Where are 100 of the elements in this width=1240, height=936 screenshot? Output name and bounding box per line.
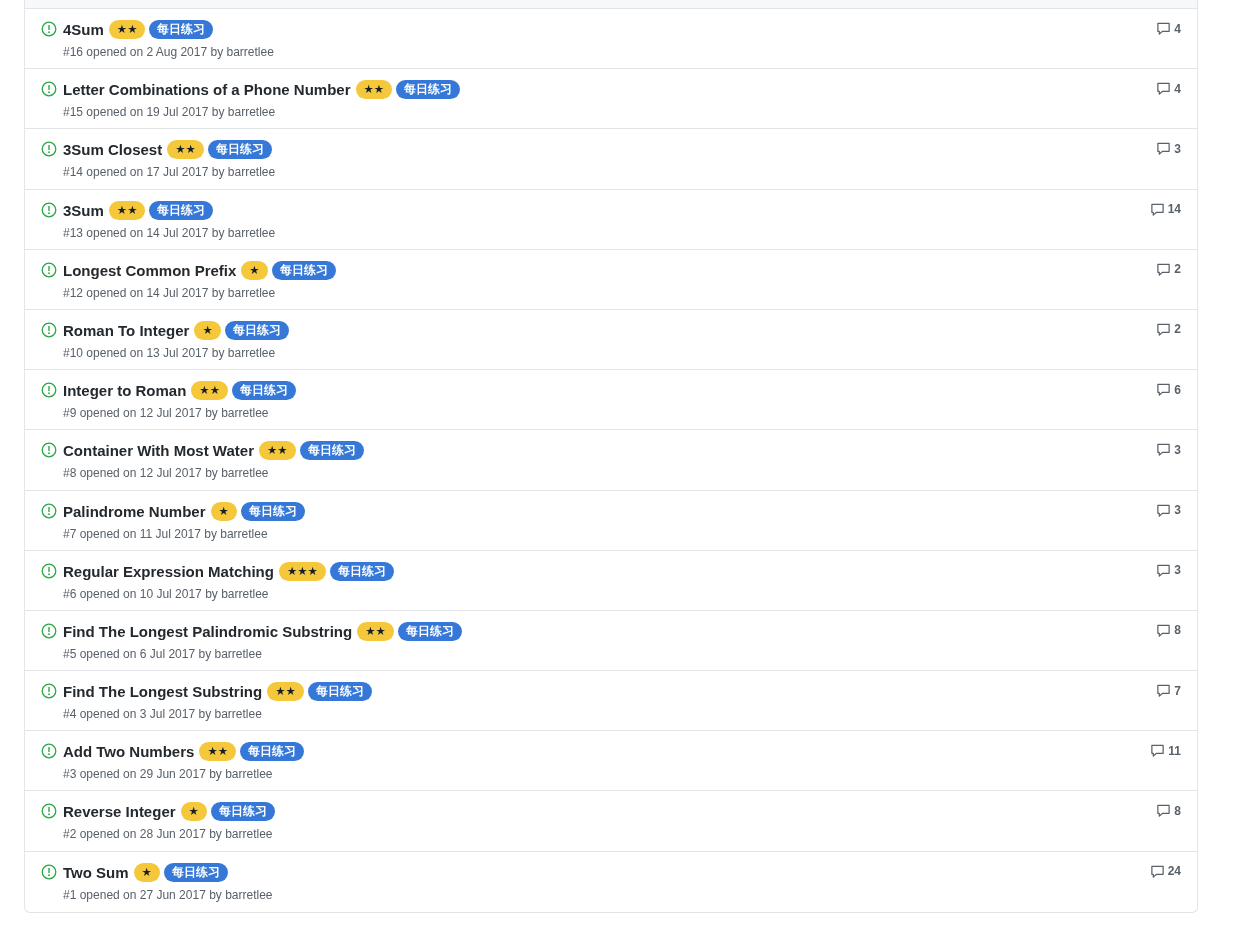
issue-title-link[interactable]: Add Two Numbers <box>63 743 195 761</box>
comment-count: 11 <box>1168 743 1181 758</box>
issue-title-link[interactable]: 3Sum Closest <box>63 141 163 159</box>
issue-label[interactable]: 每日练习 <box>210 802 275 822</box>
issue-title-link[interactable]: 3Sum <box>63 201 104 219</box>
open-issue-icon <box>41 562 57 579</box>
open-issue-icon <box>41 622 57 639</box>
issue-title-link[interactable]: Find The Longest Substring <box>63 683 263 701</box>
issue-meta-text: #9 opened on 12 Jul 2017 by barretlee <box>63 406 270 421</box>
comment-count: 4 <box>1174 21 1181 36</box>
issue-title-link[interactable]: Find The Longest Palindromic Substring <box>63 622 353 640</box>
issue-label[interactable]: 每日练习 <box>149 200 214 220</box>
comment-icon <box>1156 321 1172 337</box>
comment-count: 6 <box>1174 382 1181 397</box>
comment-count-link[interactable]: 4 <box>1156 81 1181 97</box>
issue-label[interactable]: ★ <box>241 260 268 280</box>
issue-label[interactable]: 每日练习 <box>271 260 336 280</box>
comment-icon <box>1149 863 1165 879</box>
issue-label[interactable]: 每日练习 <box>329 561 394 581</box>
issue-meta-text: #8 opened on 12 Jul 2017 by barretlee <box>63 466 270 481</box>
comment-icon <box>1156 562 1172 578</box>
comment-count-link[interactable]: 11 <box>1150 743 1181 759</box>
issue-label[interactable]: ★★ <box>267 682 304 702</box>
issue-label[interactable]: 每日练习 <box>231 381 296 401</box>
issue-label[interactable]: 每日练习 <box>396 80 461 100</box>
issue-label[interactable]: ★★ <box>108 20 146 39</box>
comment-count-link[interactable]: 8 <box>1156 803 1181 819</box>
comment-icon <box>1156 622 1172 638</box>
comment-count: 3 <box>1174 442 1181 457</box>
issue-label[interactable]: 每日练习 <box>299 441 364 461</box>
issue-label[interactable]: ★★ <box>259 441 296 461</box>
issue-label[interactable]: ★★ <box>167 140 204 160</box>
comment-icon <box>1156 21 1172 36</box>
issue-meta-text: #4 opened on 3 Jul 2017 by barretlee <box>63 707 263 722</box>
issue-meta-text: #5 opened on 6 Jul 2017 by barretlee <box>63 646 263 661</box>
comment-icon <box>1156 683 1172 699</box>
comment-count: 24 <box>1167 864 1181 879</box>
comment-icon <box>1150 743 1166 759</box>
open-issue-icon <box>41 743 57 760</box>
issue-title-link[interactable]: Letter Combinations of a Phone Number <box>63 81 351 99</box>
comment-count-link[interactable]: 24 <box>1149 863 1181 879</box>
issue-label[interactable]: ★★ <box>357 621 394 641</box>
comment-count: 2 <box>1174 322 1181 337</box>
issue-title-link[interactable]: Roman To Integer <box>63 321 190 339</box>
issue-title-link[interactable]: Reverse Integer <box>63 803 176 821</box>
issue-title-link[interactable]: 4Sum <box>63 21 104 38</box>
comment-count-link[interactable]: 2 <box>1156 261 1181 277</box>
comment-count: 14 <box>1167 202 1181 217</box>
issue-label[interactable]: ★ <box>133 862 160 882</box>
issue-meta-text: #3 opened on 29 Jun 2017 by barretlee <box>63 767 274 782</box>
comment-count-link[interactable]: 3 <box>1156 141 1181 157</box>
open-issue-icon <box>41 201 57 218</box>
comment-count: 2 <box>1174 262 1181 277</box>
issue-label[interactable]: ★★ <box>108 200 146 220</box>
issue-label[interactable]: 每日练习 <box>240 501 305 521</box>
issue-title-link[interactable]: Regular Expression Matching <box>63 562 274 580</box>
comment-count-link[interactable]: 6 <box>1156 382 1181 398</box>
comment-count: 4 <box>1174 81 1181 96</box>
comment-count-link[interactable]: 7 <box>1156 683 1181 699</box>
issue-title-link[interactable]: Longest Common Prefix <box>63 261 237 279</box>
issue-title-link[interactable]: Two Sum <box>63 863 129 881</box>
comment-count: 8 <box>1174 623 1181 638</box>
issue-label[interactable]: 每日练习 <box>307 682 372 702</box>
issue-label[interactable]: ★★ <box>355 80 393 100</box>
comment-count-link[interactable]: 2 <box>1156 321 1181 337</box>
issue-meta-text: #7 opened on 11 Jul 2017 by barretlee <box>63 526 269 541</box>
issue-label[interactable]: ★ <box>194 320 221 340</box>
issue-label[interactable]: 每日练习 <box>240 742 304 762</box>
issue-meta-text: #16 opened on 2 Aug 2017 by barretlee <box>63 45 275 59</box>
issue-label[interactable]: 每日练习 <box>207 140 272 160</box>
comment-count-link[interactable]: 8 <box>1156 622 1181 638</box>
comment-count-link[interactable]: 3 <box>1156 502 1181 518</box>
comment-count-link[interactable]: 3 <box>1156 442 1181 458</box>
issue-label[interactable]: ★ <box>180 802 207 822</box>
issue-title-link[interactable]: Container With Most Water <box>63 442 254 460</box>
comment-count-link[interactable]: 4 <box>1156 21 1181 36</box>
open-issue-icon <box>41 21 57 37</box>
issue-label[interactable]: 每日练习 <box>397 621 462 641</box>
comment-count-link[interactable]: 3 <box>1156 562 1181 578</box>
issue-label[interactable]: ★★ <box>199 742 236 762</box>
issue-label[interactable]: ★★ <box>191 381 228 401</box>
issue-label[interactable]: ★★★ <box>278 561 326 581</box>
issue-label[interactable]: 每日练习 <box>163 862 228 882</box>
open-issue-icon <box>41 863 57 880</box>
comment-count: 3 <box>1174 563 1181 578</box>
comment-icon <box>1156 502 1172 518</box>
comment-icon <box>1156 442 1172 458</box>
issue-meta-text: #13 opened on 14 Jul 2017 by barretlee <box>63 225 277 240</box>
issue-title-link[interactable]: Integer to Roman <box>63 382 187 400</box>
comment-icon <box>1156 803 1172 819</box>
issue-title-link[interactable]: Palindrome Number <box>63 502 206 520</box>
issue-label[interactable]: 每日练习 <box>149 20 214 39</box>
comment-count-link[interactable]: 14 <box>1149 201 1181 217</box>
issue-meta-text: #12 opened on 14 Jul 2017 by barretlee <box>63 285 277 300</box>
comment-icon <box>1149 201 1165 217</box>
issue-label[interactable]: 每日练习 <box>224 320 289 340</box>
issue-label[interactable]: ★ <box>210 501 237 521</box>
comment-count: 7 <box>1174 683 1181 698</box>
open-issue-icon <box>41 502 57 519</box>
open-issue-icon <box>41 141 57 158</box>
